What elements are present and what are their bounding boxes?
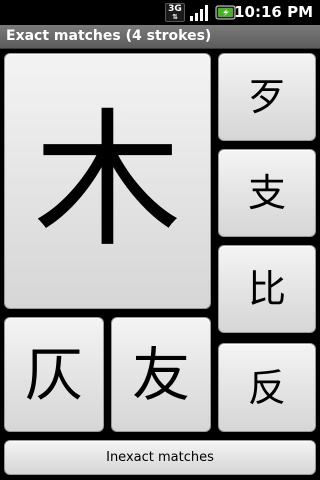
kanji-label: 仄: [24, 340, 83, 409]
kanji-match-button-side-3[interactable]: 比: [218, 245, 316, 333]
kanji-label: 歹: [247, 75, 286, 119]
app-screen: 3G ⇅ 10:16 PM Exact matches (4 strokes) …: [0, 0, 320, 480]
inexact-matches-label: Inexact matches: [106, 450, 214, 465]
kanji-match-button-secondary-2[interactable]: 友: [111, 317, 211, 432]
kanji-label: 支: [247, 171, 286, 215]
page-title: Exact matches (4 strokes): [6, 28, 212, 44]
status-bar: 3G ⇅ 10:16 PM: [0, 0, 320, 25]
kanji-match-button-secondary-1[interactable]: 仄: [4, 317, 104, 432]
title-bar: Exact matches (4 strokes): [0, 25, 320, 49]
inexact-matches-button[interactable]: Inexact matches: [4, 440, 316, 475]
kanji-match-button-side-1[interactable]: 歹: [218, 53, 316, 141]
kanji-label: 比: [247, 267, 286, 311]
signal-strength-icon: [190, 5, 208, 21]
kanji-match-button-side-2[interactable]: 支: [218, 149, 316, 237]
kanji-match-button-side-4[interactable]: 反: [218, 343, 316, 432]
network-3g-icon: 3G ⇅: [165, 3, 185, 22]
kanji-label: 木: [33, 95, 182, 267]
kanji-match-button-primary[interactable]: 木: [4, 53, 211, 309]
kanji-label: 反: [247, 365, 286, 410]
match-grid: 木 仄 友 歹 支 比 反 Inexact matches: [0, 49, 320, 480]
status-time: 10:16 PM: [234, 3, 313, 21]
kanji-label: 友: [131, 340, 190, 409]
